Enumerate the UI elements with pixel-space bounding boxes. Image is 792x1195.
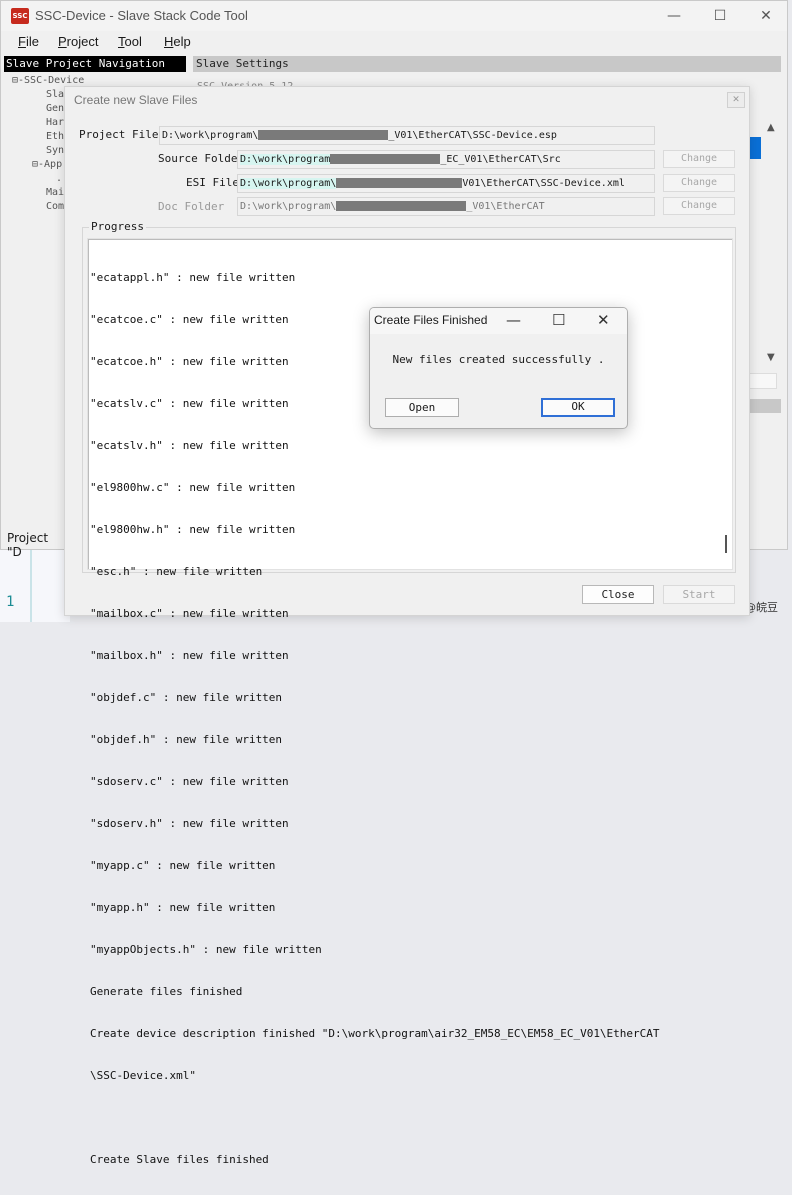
settings-panel-header: Slave Settings <box>193 56 781 72</box>
start-button[interactable]: Start <box>663 585 735 604</box>
log-line: "myappObjects.h" : new file written <box>90 943 322 956</box>
close-icon[interactable]: ✕ <box>743 1 789 31</box>
menu-project-rest: roject <box>66 34 99 49</box>
change-esi-file-button[interactable]: Change <box>663 174 735 192</box>
menu-tool-rest: ool <box>124 34 142 49</box>
log-line: "sdoserv.h" : new file written <box>90 817 289 830</box>
create-files-finished-dialog: Create Files Finished — ☐ ✕ New files cr… <box>369 307 628 429</box>
menu-bar: File Project Tool Help <box>1 31 787 53</box>
log-line: "el9800hw.h" : new file written <box>90 523 296 536</box>
menu-help-rest: elp <box>173 34 191 49</box>
menu-file-rest: ile <box>25 34 39 49</box>
menu-tool[interactable]: Tool <box>118 34 142 49</box>
tree-node[interactable]: Mai <box>46 187 64 198</box>
nav-tree: ⊟-SSC-Device Sla Gen Har Eth Syn ⊟-App .… <box>4 73 84 223</box>
log-scrollbar-thumb[interactable] <box>725 535 727 553</box>
redacted-block <box>330 154 441 164</box>
menu-file-mnemonic: F <box>18 34 26 49</box>
menu-file[interactable]: File <box>18 34 39 49</box>
esi-file-suffix: V01\EtherCAT\SSC-Device.xml <box>462 178 625 189</box>
doc-folder-prefix: D:\work\program\ <box>240 201 337 212</box>
status-bar: Project "D <box>7 531 49 559</box>
window-title: SSC-Device - Slave Stack Code Tool <box>35 8 248 23</box>
log-line: "objdef.c" : new file written <box>90 691 283 704</box>
ok-button[interactable]: OK <box>541 398 615 417</box>
close-button[interactable]: Close <box>582 585 654 604</box>
log-line: "ecatappl.h" : new file written <box>90 271 296 284</box>
tree-node[interactable]: Com <box>46 201 64 212</box>
doc-folder-field[interactable]: D:\work\program\ _V01\EtherCAT <box>237 197 655 216</box>
finish-message: New files created successfully . <box>392 353 605 366</box>
log-line: Create device description finished "D:\w… <box>90 1027 660 1040</box>
log-line: Generate files finished <box>90 985 243 998</box>
source-folder-prefix: D:\work\program <box>240 154 331 165</box>
ssc-app-icon: SSC <box>11 8 29 24</box>
tree-node[interactable]: Har <box>46 117 64 128</box>
tree-node[interactable]: Syn <box>46 145 64 156</box>
project-file-field[interactable]: D:\work\program\ _V01\EtherCAT\SSC-Device… <box>159 126 655 145</box>
line-number: 1 <box>6 594 15 610</box>
project-file-suffix: _V01\EtherCAT\SSC-Device.esp <box>388 130 557 141</box>
maximize-icon[interactable]: ☐ <box>552 311 565 329</box>
scrollbar-thumb[interactable] <box>749 137 761 159</box>
log-line: "myapp.c" : new file written <box>90 859 276 872</box>
menu-help[interactable]: Help <box>164 34 191 49</box>
project-file-prefix: D:\work\program\ <box>162 130 259 141</box>
open-button[interactable]: Open <box>385 398 459 417</box>
log-line: "esc.h" : new file written <box>90 565 263 578</box>
log-line: "sdoserv.c" : new file written <box>90 775 289 788</box>
menu-project[interactable]: Project <box>58 34 98 49</box>
source-folder-suffix: _EC_V01\EtherCAT\Src <box>440 154 561 165</box>
source-folder-field[interactable]: D:\work\program _EC_V01\EtherCAT\Src <box>237 150 655 169</box>
esi-file-field[interactable]: D:\work\program\ V01\EtherCAT\SSC-Device.… <box>237 174 655 193</box>
progress-label: Progress <box>89 220 146 233</box>
log-line: "mailbox.h" : new file written <box>90 649 289 662</box>
log-line: "objdef.h" : new file written <box>90 733 283 746</box>
editor-gutter-line <box>30 548 32 622</box>
redacted-block <box>258 130 389 140</box>
change-doc-folder-button[interactable]: Change <box>663 197 735 215</box>
menu-project-mnemonic: P <box>58 34 67 49</box>
change-source-folder-button[interactable]: Change <box>663 150 735 168</box>
source-folder-label: Source Folder <box>158 152 245 165</box>
minimize-icon[interactable]: — <box>651 1 697 31</box>
log-line: "myapp.h" : new file written <box>90 901 276 914</box>
close-icon[interactable]: ✕ <box>597 311 610 329</box>
finish-dialog-title: Create Files Finished <box>374 313 488 327</box>
log-line: Create Slave files finished <box>90 1153 269 1166</box>
doc-folder-suffix: _V01\EtherCAT <box>466 201 545 212</box>
nav-panel-header: Slave Project Navigation <box>4 56 186 72</box>
menu-help-mnemonic: H <box>164 34 174 49</box>
maximize-icon[interactable]: ☐ <box>697 1 743 31</box>
redacted-block <box>336 178 463 188</box>
scroll-down-icon[interactable]: ▼ <box>767 352 775 363</box>
dialog-close-icon[interactable]: ✕ <box>727 92 745 108</box>
log-line: "el9800hw.c" : new file written <box>90 481 296 494</box>
dialog-title: Create new Slave Files <box>74 93 198 107</box>
tree-node[interactable]: ⊟-App <box>32 159 62 170</box>
settings-input[interactable] <box>749 373 777 389</box>
redacted-block <box>336 201 467 211</box>
doc-folder-label: Doc Folder <box>158 200 225 213</box>
background-editor: 1 <box>0 548 70 622</box>
esi-file-prefix: D:\work\program\ <box>240 178 337 189</box>
esi-file-label: ESI File <box>186 176 239 189</box>
tree-node-root[interactable]: ⊟-SSC-Device <box>12 75 84 86</box>
title-bar: SSC SSC-Device - Slave Stack Code Tool —… <box>1 1 787 31</box>
scroll-up-icon[interactable]: ▲ <box>767 122 775 133</box>
log-line: "mailbox.c" : new file written <box>90 607 289 620</box>
minimize-icon[interactable]: — <box>506 311 521 329</box>
settings-section-bar <box>749 399 781 413</box>
log-line: \SSC-Device.xml" <box>90 1069 196 1082</box>
finish-title-bar: Create Files Finished — ☐ ✕ <box>370 308 627 334</box>
project-file-label: Project File <box>79 128 159 141</box>
tree-node[interactable]: Eth <box>46 131 64 142</box>
log-line: "ecatslv.h" : new file written <box>90 439 289 452</box>
tree-node[interactable]: Sla <box>46 89 64 100</box>
tree-node[interactable]: Gen <box>46 103 64 114</box>
